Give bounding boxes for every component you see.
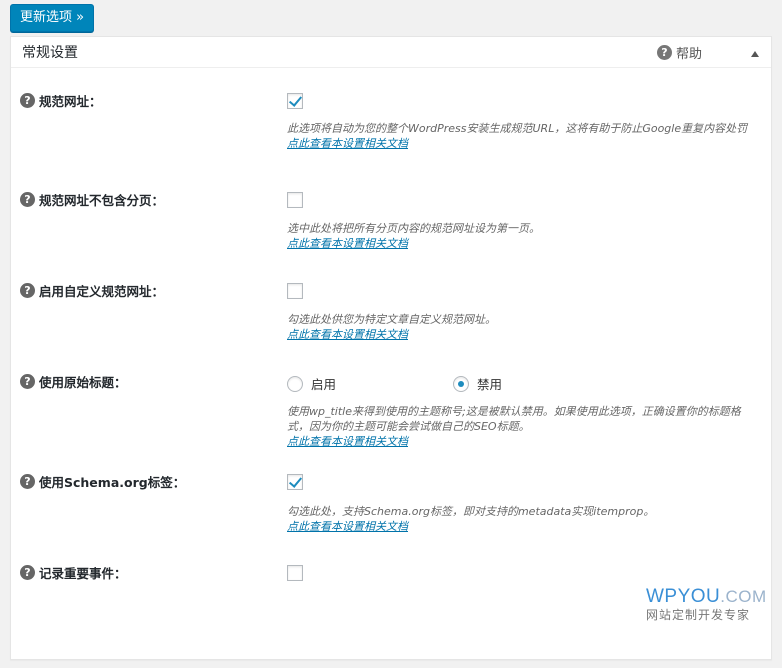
- setting-label-text: 规范网址不包含分页：: [39, 193, 165, 208]
- setting-label-text: 使用Schema.org标签：: [39, 475, 186, 490]
- watermark-brand-suffix: .COM: [720, 587, 767, 606]
- help-icon[interactable]: ?: [20, 565, 35, 580]
- description-text: 勾选此处供您为特定文章自定义规范网址。: [287, 313, 496, 326]
- help-icon[interactable]: ?: [20, 93, 35, 108]
- description-text: 此选项将自动为您的整个WordPress安装生成规范URL，这将有助于防止Goo…: [287, 122, 748, 135]
- setting-label: ? 记录重要事件：: [20, 563, 127, 582]
- radio-label: 禁用: [477, 377, 503, 392]
- setting-label-text: 记录重要事件：: [39, 566, 127, 581]
- radio-label: 启用: [311, 377, 337, 392]
- setting-description: 使用wp_title来得到使用的主题称号;这是被默认禁用。如果使用此选项，正确设…: [287, 404, 757, 449]
- radio-option-enable[interactable]: 启用: [287, 374, 453, 393]
- watermark-tagline: 网站定制开发专家: [646, 608, 751, 622]
- watermark-brand: WPYOU.COM: [646, 586, 767, 608]
- help-icon[interactable]: ?: [20, 474, 35, 489]
- setting-label-text: 使用原始标题：: [39, 375, 127, 390]
- watermark-brand-name: WPYOU: [646, 586, 721, 607]
- radio-option-disable[interactable]: 禁用: [453, 374, 502, 393]
- watermark: WPYOU.COM 网站定制开发专家: [646, 586, 767, 623]
- setting-label: ? 使用Schema.org标签：: [20, 472, 185, 491]
- setting-label: ? 使用原始标题：: [20, 372, 127, 391]
- doc-link[interactable]: 点此查看本设置相关文档: [287, 136, 757, 151]
- panel-title: 常规设置: [22, 45, 78, 61]
- help-link[interactable]: ? 帮助: [657, 43, 702, 62]
- doc-link[interactable]: 点此查看本设置相关文档: [287, 434, 757, 449]
- canonical-url-checkbox[interactable]: [287, 93, 303, 109]
- update-options-button[interactable]: 更新选项 »: [10, 4, 94, 32]
- setting-label: ? 规范网址：: [20, 91, 102, 110]
- setting-description: 勾选此处，支持Schema.org标签，即对支持的metadata实现itemp…: [287, 504, 757, 534]
- setting-description: 选中此处将把所有分页内容的规范网址设为第一页。 点此查看本设置相关文档: [287, 221, 757, 251]
- setting-description: 勾选此处供您为特定文章自定义规范网址。 点此查看本设置相关文档: [287, 312, 757, 342]
- setting-label: ? 启用自定义规范网址：: [20, 281, 164, 300]
- setting-label-text: 启用自定义规范网址：: [39, 284, 165, 299]
- general-settings-panel: 常规设置 ? 帮助 ? 规范网址： 此选项将自动为您的整个WordPress安装…: [10, 36, 772, 660]
- doc-link[interactable]: 点此查看本设置相关文档: [287, 327, 757, 342]
- doc-link[interactable]: 点此查看本设置相关文档: [287, 519, 757, 534]
- radio-button[interactable]: [453, 375, 469, 392]
- radio-button[interactable]: [287, 375, 303, 392]
- setting-label-text: 规范网址：: [39, 94, 102, 109]
- top-toolbar: 更新选项 »: [0, 0, 782, 36]
- custom-canonical-checkbox[interactable]: [287, 283, 303, 299]
- doc-link[interactable]: 点此查看本设置相关文档: [287, 236, 757, 251]
- log-events-checkbox[interactable]: [287, 565, 303, 581]
- help-icon[interactable]: ?: [20, 374, 35, 389]
- setting-label: ? 规范网址不包含分页：: [20, 190, 164, 209]
- setting-description: 此选项将自动为您的整个WordPress安装生成规范URL，这将有助于防止Goo…: [287, 121, 757, 151]
- description-text: 勾选此处，支持Schema.org标签，即对支持的metadata实现itemp…: [287, 505, 655, 518]
- panel-header: 常规设置 ? 帮助: [11, 37, 771, 68]
- help-label: 帮助: [676, 47, 703, 62]
- description-text: 选中此处将把所有分页内容的规范网址设为第一页。: [287, 222, 540, 235]
- original-title-radio-group: 启用 禁用: [287, 374, 502, 393]
- help-icon[interactable]: ?: [20, 283, 35, 298]
- schema-org-checkbox[interactable]: [287, 474, 303, 490]
- description-text: 使用wp_title来得到使用的主题称号;这是被默认禁用。如果使用此选项，正确设…: [287, 405, 741, 433]
- no-paged-canonical-checkbox[interactable]: [287, 192, 303, 208]
- help-icon: ?: [657, 45, 672, 60]
- help-icon[interactable]: ?: [20, 192, 35, 207]
- collapse-arrow-icon[interactable]: [751, 51, 759, 57]
